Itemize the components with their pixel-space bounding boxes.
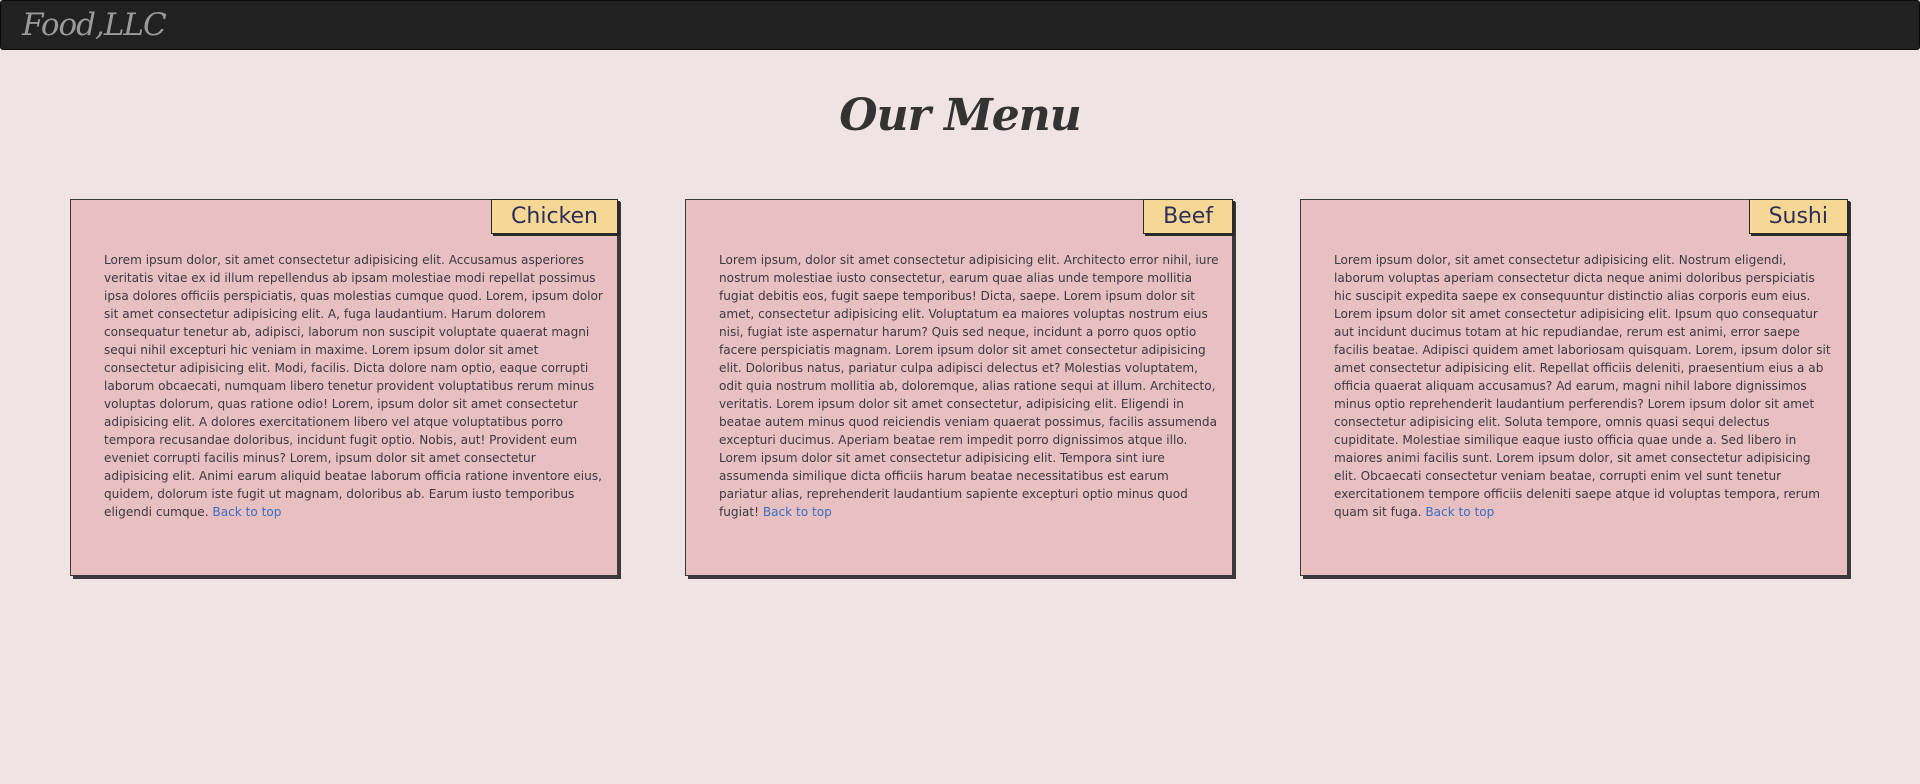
card-text-chicken: Lorem ipsum dolor, sit amet consectetur … [104, 253, 603, 519]
card-text-sushi: Lorem ipsum dolor, sit amet consectetur … [1334, 253, 1831, 519]
card-tag-beef: Beef [1143, 199, 1233, 234]
back-to-top-link-chicken[interactable]: Back to top [212, 505, 281, 519]
card-text-beef: Lorem ipsum, dolor sit amet consectetur … [719, 253, 1219, 519]
page-title: Our Menu [839, 90, 1082, 141]
menu-card-beef: Beef Lorem ipsum, dolor sit amet consect… [685, 199, 1233, 576]
navbar: Food,LLC [0, 0, 1920, 50]
card-tag-chicken: Chicken [491, 199, 618, 234]
card-description-sushi: Lorem ipsum dolor, sit amet consectetur … [1334, 251, 1834, 521]
card-description-chicken: Lorem ipsum dolor, sit amet consectetur … [104, 251, 604, 521]
card-tag-sushi: Sushi [1748, 199, 1848, 234]
back-to-top-link-sushi[interactable]: Back to top [1425, 505, 1494, 519]
back-to-top-link-beef[interactable]: Back to top [763, 505, 832, 519]
brand-logo-link[interactable]: Food,LLC [22, 3, 167, 47]
card-description-beef: Lorem ipsum, dolor sit amet consectetur … [719, 251, 1219, 521]
menu-card-sushi: Sushi Lorem ipsum dolor, sit amet consec… [1300, 199, 1848, 576]
menu-card-chicken: Chicken Lorem ipsum dolor, sit amet cons… [70, 199, 618, 576]
